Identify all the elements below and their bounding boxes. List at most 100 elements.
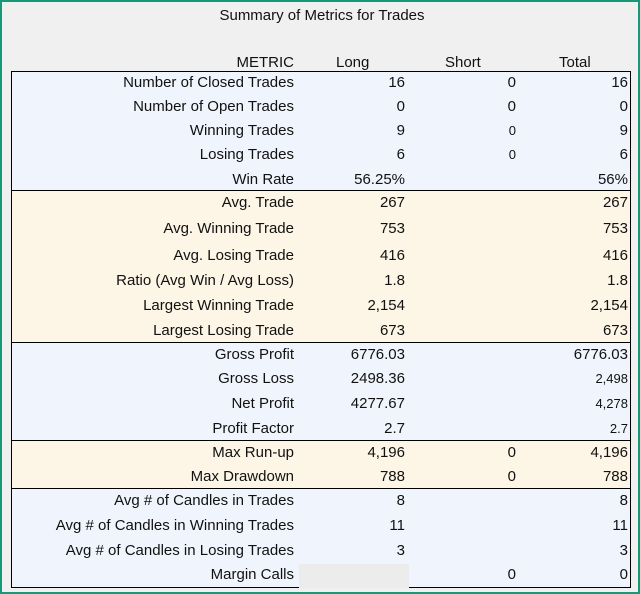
short-value [412,368,516,390]
total-value: 416 [602,247,628,264]
long-value: 788 [379,468,405,485]
total-value: 56% [597,171,628,188]
long-value: 267 [379,194,405,211]
total-value: 4,278 [595,396,628,411]
table-row: Losing Trades 6 0 6 [12,144,630,166]
total-value: 788 [602,468,628,485]
metric-label: Number of Open Trades [133,98,294,115]
total-value: 2,498 [595,371,628,386]
short-value [412,540,516,562]
short-value [412,393,516,415]
metric-label: Avg # of Candles in Winning Trades [55,517,294,534]
total-value: 673 [602,322,628,339]
long-value: 673 [379,322,405,339]
long-value: 9 [396,122,405,139]
group-candles-margin: Avg # of Candles in Trades 8 8 Avg # of … [11,488,631,588]
metric-label: Largest Losing Trade [153,322,294,339]
long-value: 0 [396,98,405,115]
short-value: 0 [508,123,516,138]
long-value: 2,154 [367,297,405,314]
long-value: 6776.03 [350,346,405,363]
total-value: 6776.03 [573,346,628,363]
total-value: 0 [619,98,628,115]
total-value: 4,196 [590,444,628,461]
table-row: Winning Trades 9 0 9 [12,120,630,142]
metric-label: Avg # of Candles in Losing Trades [65,542,294,559]
total-value: 8 [619,492,628,509]
short-value [412,490,516,512]
long-value: 1.8 [384,272,405,289]
table-row: Margin Calls 0 0 [12,564,630,588]
short-value [412,418,516,440]
total-value: 11 [612,517,628,534]
table-row: Largest Winning Trade 2,154 2,154 [12,295,630,317]
total-value: 2,154 [590,297,628,314]
short-value [412,295,516,317]
table-row: Avg # of Candles in Trades 8 8 [12,490,630,512]
table-row: Number of Closed Trades 16 0 16 [12,72,630,94]
header-metric: METRIC [236,54,295,71]
table-row: Ratio (Avg Win / Avg Loss) 1.8 1.8 [12,270,630,292]
table-row: Gross Profit 6776.03 6776.03 [12,344,630,366]
metric-label: Largest Winning Trade [143,297,294,314]
short-value [412,245,516,267]
long-value: 8 [396,492,405,509]
table-row: Largest Losing Trade 673 673 [12,320,630,342]
long-value: 16 [388,74,405,91]
total-value: 0 [619,566,628,583]
short-value: 0 [507,98,516,115]
metric-label: Win Rate [232,171,294,188]
short-value [412,169,516,191]
long-value: 2.7 [384,420,405,437]
panel-title: Summary of Metrics for Trades [219,7,425,24]
table-row: Avg # of Candles in Winning Trades 11 11 [12,515,630,537]
table-row: Gross Loss 2498.36 2,498 [12,368,630,390]
long-value: 753 [379,220,405,237]
long-value [308,564,405,586]
group-profit: Gross Profit 6776.03 6776.03 Gross Loss … [11,342,631,441]
long-value: 4,196 [367,444,405,461]
header-total: Total [559,54,591,71]
total-value: 753 [602,220,628,237]
metric-label: Profit Factor [212,420,294,437]
metric-label: Avg. Trade [221,194,294,211]
table-row: Max Run-up 4,196 0 4,196 [12,442,630,464]
metrics-summary-panel: Summary of Metrics for Trades METRIC Lon… [0,0,640,594]
header-long: Long [336,54,370,71]
long-value: 56.25% [354,171,405,188]
short-value: 0 [507,74,516,91]
short-value [412,270,516,292]
metric-label: Max Run-up [212,444,294,461]
total-value: 6 [619,146,628,163]
short-value [412,515,516,537]
total-value: 2.7 [609,421,628,436]
metric-label: Number of Closed Trades [123,74,294,91]
metric-label: Gross Profit [214,346,294,363]
long-value: 4277.67 [350,395,405,412]
metric-label: Losing Trades [199,146,294,163]
table-row: Net Profit 4277.67 4,278 [12,393,630,415]
long-value: 6 [396,146,405,163]
table-row: Avg. Winning Trade 753 753 [12,218,630,240]
table-row: Avg. Losing Trade 416 416 [12,245,630,267]
table-row: Avg. Trade 267 267 [12,192,630,214]
short-value: 0 [508,147,516,162]
long-value: 416 [379,247,405,264]
metric-label: Gross Loss [218,370,294,387]
short-value: 0 [507,566,516,583]
total-value: 16 [611,74,628,91]
total-value: 9 [619,122,628,139]
short-value [412,218,516,240]
long-value: 3 [396,542,405,559]
table-row: Win Rate 56.25% 56% [12,169,630,191]
metric-label: Max Drawdown [190,468,294,485]
metric-label: Margin Calls [210,566,294,583]
metric-label: Avg. Winning Trade [163,220,294,237]
short-value: 0 [507,444,516,461]
metric-label: Avg # of Candles in Trades [114,492,294,509]
table-row: Avg # of Candles in Losing Trades 3 3 [12,540,630,562]
group-runup-drawdown: Max Run-up 4,196 0 4,196 Max Drawdown 78… [11,440,631,489]
metric-label: Net Profit [231,395,294,412]
short-value [412,344,516,366]
short-value [412,192,516,214]
